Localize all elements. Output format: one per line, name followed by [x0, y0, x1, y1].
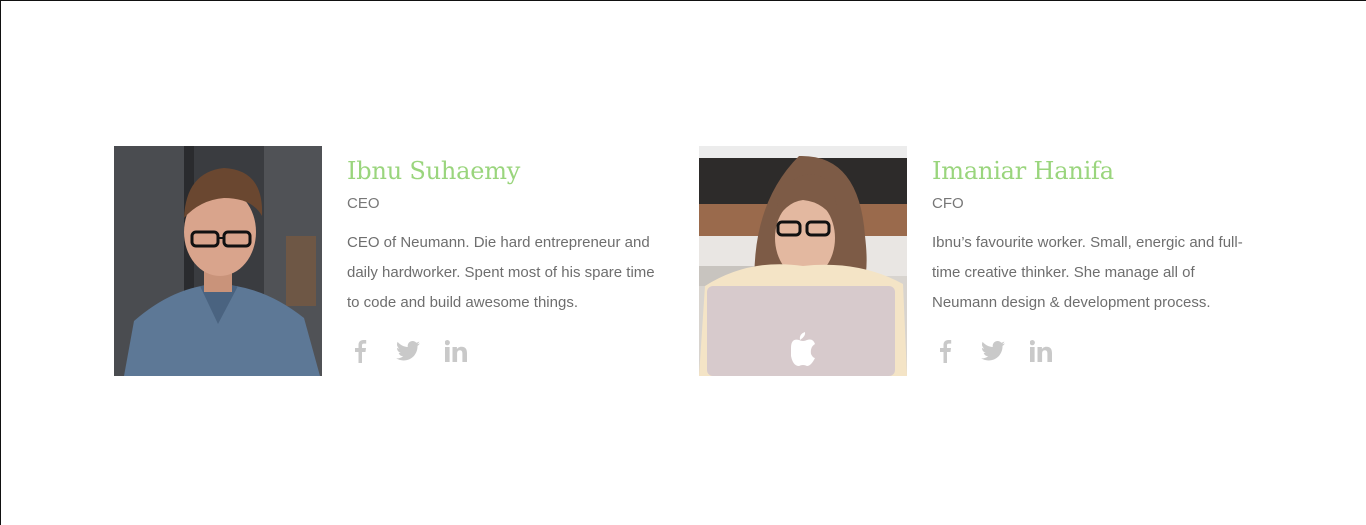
facebook-icon[interactable]: [347, 338, 373, 364]
twitter-icon[interactable]: [395, 338, 421, 364]
member-info: Ibnu Suhaemy CEO CEO of Neumann. Die har…: [347, 146, 667, 364]
member-bio: Ibnu’s favourite worker. Small, energic …: [932, 234, 1243, 311]
member-name: Ibnu Suhaemy: [347, 157, 521, 185]
facebook-icon[interactable]: [932, 338, 958, 364]
member-photo: [114, 146, 322, 376]
twitter-icon[interactable]: [980, 338, 1006, 364]
member-role: CEO: [347, 195, 380, 212]
member-name: Imaniar Hanifa: [932, 157, 1114, 185]
member-photo: [699, 146, 907, 376]
social-links: [932, 338, 1252, 364]
linkedin-icon[interactable]: [443, 338, 469, 364]
member-info: Imaniar Hanifa CFO Ibnu’s favourite work…: [932, 146, 1252, 364]
social-links: [347, 338, 667, 364]
linkedin-icon[interactable]: [1028, 338, 1054, 364]
member-bio: CEO of Neumann. Die hard entrepreneur an…: [347, 234, 655, 311]
member-role: CFO: [932, 195, 964, 212]
